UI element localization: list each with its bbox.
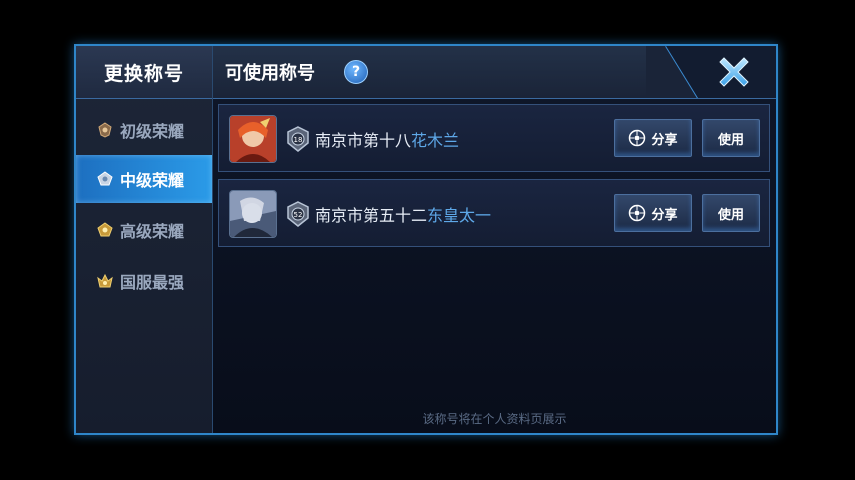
share-button[interactable]: 分享 [614, 194, 692, 232]
use-button[interactable]: 使用 [702, 194, 760, 232]
use-button[interactable]: 使用 [702, 119, 760, 157]
hero-avatar [229, 115, 277, 163]
rank-badge-icon: 18 [285, 126, 311, 152]
rank-badge-icon: 52 [285, 201, 311, 227]
sidebar-item-label: 国服最强 [120, 273, 185, 292]
share-button[interactable]: 分享 [614, 119, 692, 157]
close-icon [719, 57, 749, 87]
help-button[interactable]: ? [344, 60, 368, 84]
share-icon [629, 204, 646, 222]
header-decoration [646, 46, 776, 98]
svg-text:18: 18 [294, 136, 303, 144]
bronze-rank-icon [96, 121, 114, 139]
sidebar-item-junior-honor[interactable]: 初级荣耀 [76, 106, 212, 154]
sidebar-title: 更换称号 [76, 46, 212, 99]
sidebar-item-label: 初级荣耀 [120, 122, 185, 141]
hero-name: 花木兰 [411, 131, 460, 150]
share-icon [629, 129, 646, 147]
title-name: 南京市第五十二东皇太一 [315, 202, 491, 226]
share-label: 分享 [651, 132, 678, 148]
sidebar-item-intermediate-honor[interactable]: 中级荣耀 [76, 155, 212, 203]
panel-header: 可使用称号 ? [213, 46, 776, 99]
title-name: 南京市第十八花木兰 [315, 127, 459, 151]
panel-title: 可使用称号 [225, 63, 315, 84]
hero-avatar [229, 190, 277, 238]
svg-text:52: 52 [294, 211, 303, 219]
close-button[interactable] [714, 52, 754, 92]
footer-note: 该称号将在个人资料页展示 [422, 412, 567, 426]
title-row: 52 南京市第五十二东皇太一 分享 使用 [218, 179, 770, 247]
sidebar-item-senior-honor[interactable]: 高级荣耀 [76, 206, 212, 254]
titles-panel: 可使用称号 ? 18 南京市第十八花木兰 分享 使用 52 南京市第五十二东皇太… [213, 46, 776, 433]
sidebar-item-label: 中级荣耀 [120, 171, 185, 190]
title-prefix: 南京市第五十二 [315, 206, 428, 225]
silver-rank-icon [96, 170, 114, 188]
hero-name: 东皇太一 [427, 206, 492, 225]
share-label: 分享 [651, 207, 678, 223]
title-change-dialog: 更换称号 初级荣耀 中级荣耀 高级荣耀 国服最强 可使用称号 ? 18 南京市第… [74, 44, 778, 435]
title-prefix: 南京市第十八 [315, 131, 412, 150]
sidebar-item-national-best[interactable]: 国服最强 [76, 257, 212, 305]
sidebar-item-label: 高级荣耀 [120, 222, 185, 241]
sidebar: 更换称号 初级荣耀 中级荣耀 高级荣耀 国服最强 [76, 46, 213, 433]
gold-rank-icon [96, 221, 114, 239]
title-row: 18 南京市第十八花木兰 分享 使用 [218, 104, 770, 172]
crown-rank-icon [96, 272, 114, 290]
